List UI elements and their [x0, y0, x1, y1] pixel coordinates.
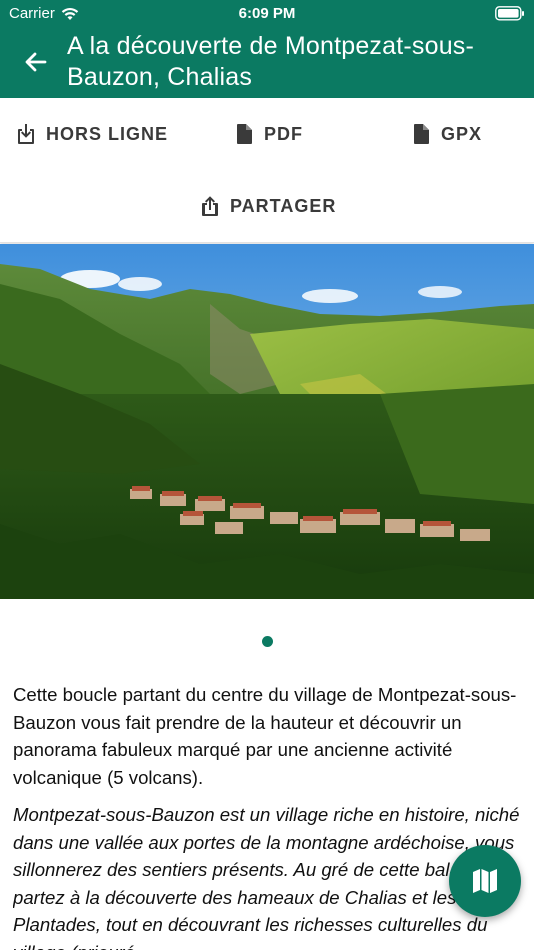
gpx-button[interactable]: GPX	[411, 123, 482, 145]
download-icon	[18, 124, 34, 144]
arrow-left-icon	[25, 52, 47, 72]
gpx-label: GPX	[441, 123, 483, 144]
file-icon	[237, 124, 252, 144]
hero-photo[interactable]	[0, 244, 534, 599]
app-header: Carrier 6:09 PM A la découverte de Montp…	[0, 0, 534, 98]
pdf-button[interactable]: PDF	[234, 123, 303, 145]
offline-button[interactable]: HORS LIGNE	[16, 123, 168, 145]
status-time: 6:09 PM	[238, 5, 296, 22]
share-label: PARTAGER	[230, 195, 337, 216]
status-bar: Carrier 6:09 PM	[0, 0, 534, 28]
page-title: A la découverte de Montpezat-sous-Bauzon…	[67, 32, 475, 91]
battery-icon	[495, 6, 524, 21]
pager-dot-active[interactable]	[261, 636, 273, 647]
description-body: Montpezat-sous-Bauzon est un village ric…	[13, 804, 520, 950]
map-icon	[473, 869, 497, 893]
share-button[interactable]: PARTAGER	[200, 195, 336, 217]
offline-label: HORS LIGNE	[46, 123, 169, 144]
share-icon	[202, 196, 218, 216]
pdf-label: PDF	[264, 123, 303, 144]
back-button[interactable]	[22, 48, 50, 76]
carousel-pager[interactable]	[0, 636, 534, 647]
action-bar: HORS LIGNE PDF GPX PARTAGER	[0, 98, 534, 243]
landscape-photo	[0, 244, 534, 599]
description-intro: Cette boucle partant du centre du villag…	[13, 684, 517, 788]
file-icon	[414, 124, 429, 144]
map-button[interactable]	[449, 845, 521, 917]
